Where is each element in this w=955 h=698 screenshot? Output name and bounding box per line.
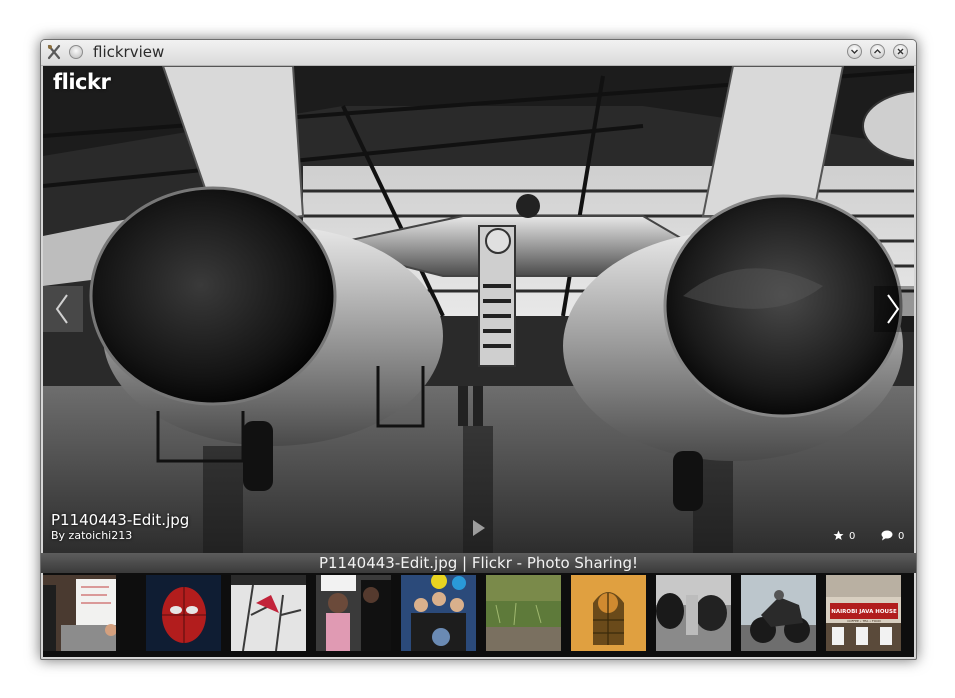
thumbnail-image bbox=[316, 575, 391, 651]
thumbnail-image bbox=[401, 575, 476, 651]
photo-title[interactable]: P1140443-Edit.jpg bbox=[51, 511, 189, 529]
thumbnail-image bbox=[43, 575, 116, 651]
status-bar: P1140443-Edit.jpg | Flickr - Photo Shari… bbox=[41, 553, 916, 573]
thumbnail[interactable] bbox=[741, 575, 816, 651]
thumbnail-image bbox=[231, 575, 306, 651]
flickr-logo: flickr bbox=[53, 70, 111, 94]
thumbnail[interactable] bbox=[486, 575, 561, 651]
chevron-right-icon bbox=[887, 294, 900, 324]
comments-stat[interactable]: 0 bbox=[881, 530, 904, 542]
maximize-button[interactable] bbox=[870, 44, 885, 59]
favorites-count: 0 bbox=[849, 531, 856, 542]
thumbnail[interactable] bbox=[146, 575, 221, 651]
thumbnail-image bbox=[656, 575, 731, 651]
close-button[interactable] bbox=[893, 44, 908, 59]
app-icon[interactable] bbox=[46, 44, 62, 60]
thumbnail[interactable]: NAIROBI JAVA HOUSE COFFEE • TEA • FOOD bbox=[826, 575, 901, 651]
next-photo-button[interactable] bbox=[874, 286, 914, 332]
chevron-left-icon bbox=[55, 294, 68, 324]
shop-sub-text: COFFEE • TEA • FOOD bbox=[847, 619, 881, 623]
comments-count: 0 bbox=[898, 531, 905, 542]
window-title: flickrview bbox=[93, 43, 165, 61]
thumbnail-image bbox=[741, 575, 816, 651]
chevron-down-icon bbox=[851, 49, 858, 54]
shop-sign-text: NAIROBI JAVA HOUSE bbox=[831, 609, 897, 615]
minimize-button[interactable] bbox=[847, 44, 862, 59]
favorites-stat[interactable]: 0 bbox=[833, 530, 855, 542]
photo-viewer[interactable]: flickr P1140443-Edit.jpg By zatoichi213 … bbox=[43, 66, 914, 553]
window-menu-button[interactable] bbox=[69, 45, 83, 59]
main-photo bbox=[43, 66, 914, 553]
app-window: flickrview flickr P1140443-Edit.jpg By z… bbox=[40, 39, 917, 660]
close-icon bbox=[897, 48, 904, 55]
chevron-up-icon bbox=[874, 49, 881, 54]
comment-icon bbox=[881, 530, 893, 541]
thumbnail-image bbox=[571, 575, 646, 651]
thumbnail-image: NAIROBI JAVA HOUSE COFFEE • TEA • FOOD bbox=[826, 575, 901, 651]
thumbnail[interactable] bbox=[656, 575, 731, 651]
thumbnail[interactable] bbox=[316, 575, 391, 651]
play-slideshow-icon[interactable] bbox=[471, 519, 487, 537]
thumbnail[interactable] bbox=[43, 575, 116, 651]
thumbnail[interactable] bbox=[401, 575, 476, 651]
previous-photo-button[interactable] bbox=[43, 286, 83, 332]
thumbnail-image bbox=[146, 575, 221, 651]
thumbnail[interactable] bbox=[231, 575, 306, 651]
title-bar[interactable]: flickrview bbox=[41, 40, 916, 66]
thumbnail[interactable] bbox=[571, 575, 646, 651]
star-icon bbox=[833, 530, 844, 540]
photo-author[interactable]: By zatoichi213 bbox=[51, 529, 132, 542]
thumbnail-strip[interactable]: NAIROBI JAVA HOUSE COFFEE • TEA • FOOD bbox=[43, 573, 914, 657]
thumbnail-image bbox=[486, 575, 561, 651]
